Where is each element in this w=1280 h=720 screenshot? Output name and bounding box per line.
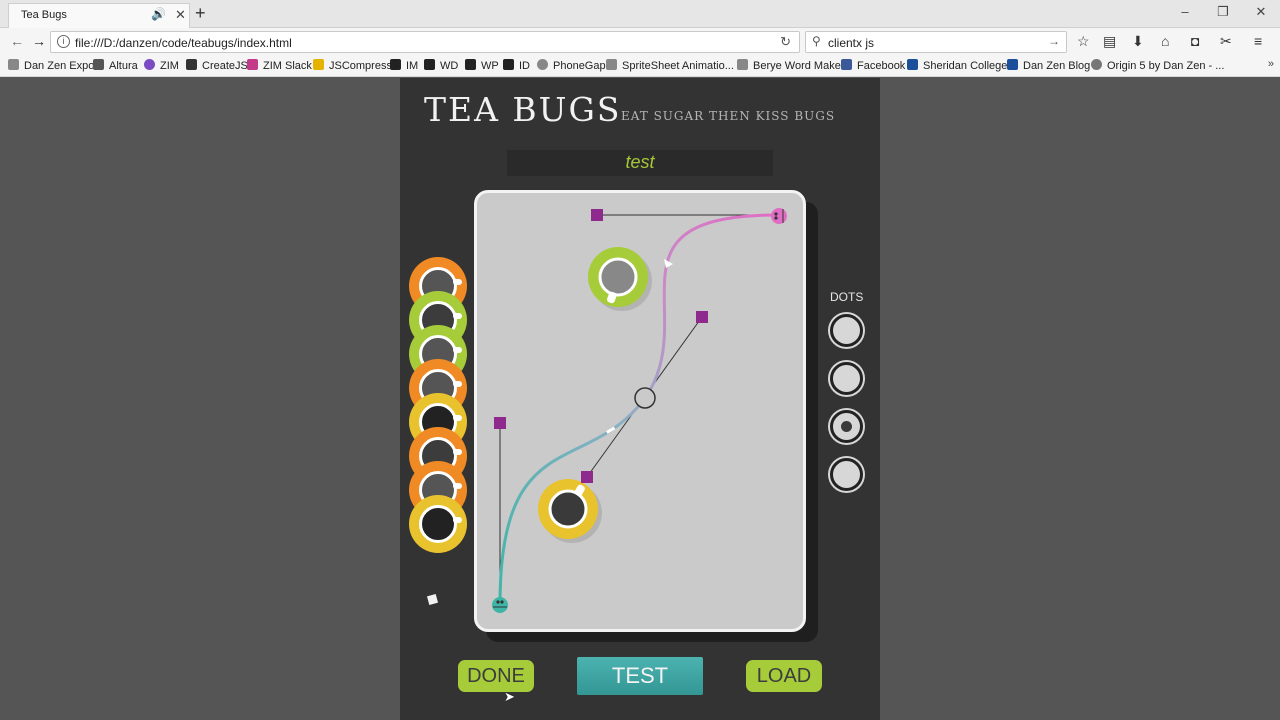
bookmark-item[interactable]: PhoneGap [537, 59, 606, 72]
board-cup-green[interactable] [588, 247, 652, 311]
download-icon[interactable]: ⬇ [1132, 33, 1144, 50]
bookmark-item[interactable]: JSCompress [313, 59, 392, 72]
load-button[interactable]: LOAD [746, 660, 822, 692]
search-input[interactable]: clientx js [828, 36, 874, 50]
pocket-icon[interactable]: ◘ [1191, 33, 1199, 49]
path-marker [606, 426, 616, 434]
window-close-icon[interactable]: ✕ [1246, 4, 1276, 20]
bookmarks-overflow-icon[interactable]: » [1268, 58, 1274, 70]
bookmark-item[interactable]: SpriteSheet Animatio... [606, 59, 734, 72]
menu-hamburger-icon[interactable]: ≡ [1254, 33, 1262, 49]
bookmark-item[interactable]: ZIM Slack [247, 59, 312, 72]
level-name-text[interactable]: test [507, 152, 773, 173]
reading-list-icon[interactable]: ▤ [1103, 33, 1116, 50]
control-handle[interactable] [591, 209, 603, 221]
back-arrow-icon[interactable]: ← [10, 33, 24, 49]
control-handle[interactable] [494, 417, 506, 429]
bookmark-item[interactable]: Dan Zen Expo [8, 59, 94, 72]
home-icon[interactable]: ⌂ [1161, 33, 1169, 49]
control-handle[interactable] [696, 311, 708, 323]
bookmark-item[interactable]: Facebook [841, 59, 905, 72]
dots-option-3[interactable] [830, 410, 863, 443]
search-go-arrow-icon[interactable]: → [1048, 34, 1060, 48]
dots-option-4[interactable] [830, 458, 863, 491]
level-name-field[interactable]: test [507, 150, 773, 176]
close-tab-icon[interactable]: ✕ [175, 7, 186, 23]
search-icon: ⚲ [812, 34, 821, 48]
info-icon[interactable]: i [57, 35, 70, 48]
game-panel: TEA BUGS EAT SUGAR THEN KISS BUGS test D… [400, 78, 880, 720]
mouse-cursor-icon: ➤ [504, 689, 515, 704]
navigation-bar: ← → i file:///D:/danzen/code/teabugs/ind… [0, 28, 1280, 56]
search-box[interactable]: ⚲ clientx js → [805, 31, 1067, 53]
bookmark-item[interactable]: ID [503, 59, 530, 72]
dots-option-2[interactable] [830, 362, 863, 395]
bookmark-item[interactable]: CreateJS [186, 59, 248, 72]
pointer-marker [426, 593, 439, 606]
game-title: TEA BUGS [424, 90, 622, 129]
game-board[interactable] [474, 190, 806, 632]
bookmark-item[interactable]: Origin 5 by Dan Zen - ... [1091, 59, 1224, 72]
control-handle[interactable] [581, 471, 593, 483]
bookmark-item[interactable]: ZIM [144, 59, 179, 72]
bookmark-item[interactable]: Sheridan College [907, 59, 1007, 72]
forward-arrow-icon[interactable]: → [32, 33, 46, 49]
url-text[interactable]: file:///D:/danzen/code/teabugs/index.htm… [75, 36, 292, 50]
dots-label: DOTS [830, 290, 864, 304]
pink-bug[interactable] [771, 208, 787, 224]
bookmark-item[interactable]: WP [465, 59, 499, 72]
path-midpoint-node[interactable] [634, 387, 656, 409]
minimize-icon[interactable]: – [1170, 4, 1200, 19]
new-tab-plus-icon[interactable]: + [195, 3, 206, 24]
done-button[interactable]: DONE [458, 660, 534, 692]
bookmark-item[interactable]: IM [390, 59, 418, 72]
tab-bar: Tea Bugs 🔊 ✕ + – ❐ ✕ [0, 0, 1280, 28]
game-subtitle: EAT SUGAR THEN KISS BUGS [621, 109, 836, 123]
bookmark-item[interactable]: WD [424, 59, 458, 72]
star-icon[interactable]: ☆ [1077, 33, 1090, 50]
reload-icon[interactable]: ↻ [780, 34, 791, 50]
address-bar[interactable]: i file:///D:/danzen/code/teabugs/index.h… [50, 31, 800, 53]
browser-tab[interactable]: Tea Bugs 🔊 ✕ [8, 3, 190, 28]
dots-option-1[interactable] [830, 314, 863, 347]
bookmarks-bar: Dan Zen Expo Altura ZIM CreateJS ZIM Sla… [0, 56, 1280, 77]
board-canvas[interactable] [477, 193, 803, 629]
bookmark-item[interactable]: Berye Word Maker [737, 59, 845, 72]
restore-icon[interactable]: ❐ [1208, 4, 1238, 20]
bookmark-item[interactable]: Altura [93, 59, 138, 72]
teal-bug[interactable] [492, 597, 508, 613]
board-cup-yellow[interactable] [538, 479, 602, 543]
test-button[interactable]: TEST [577, 657, 703, 695]
tab-title: Tea Bugs [21, 9, 67, 21]
bookmark-item[interactable]: Dan Zen Blog [1007, 59, 1090, 72]
stack-cup[interactable] [409, 495, 467, 553]
extension-icon[interactable]: ✂ [1220, 33, 1232, 50]
speaker-icon[interactable]: 🔊 [151, 7, 166, 21]
